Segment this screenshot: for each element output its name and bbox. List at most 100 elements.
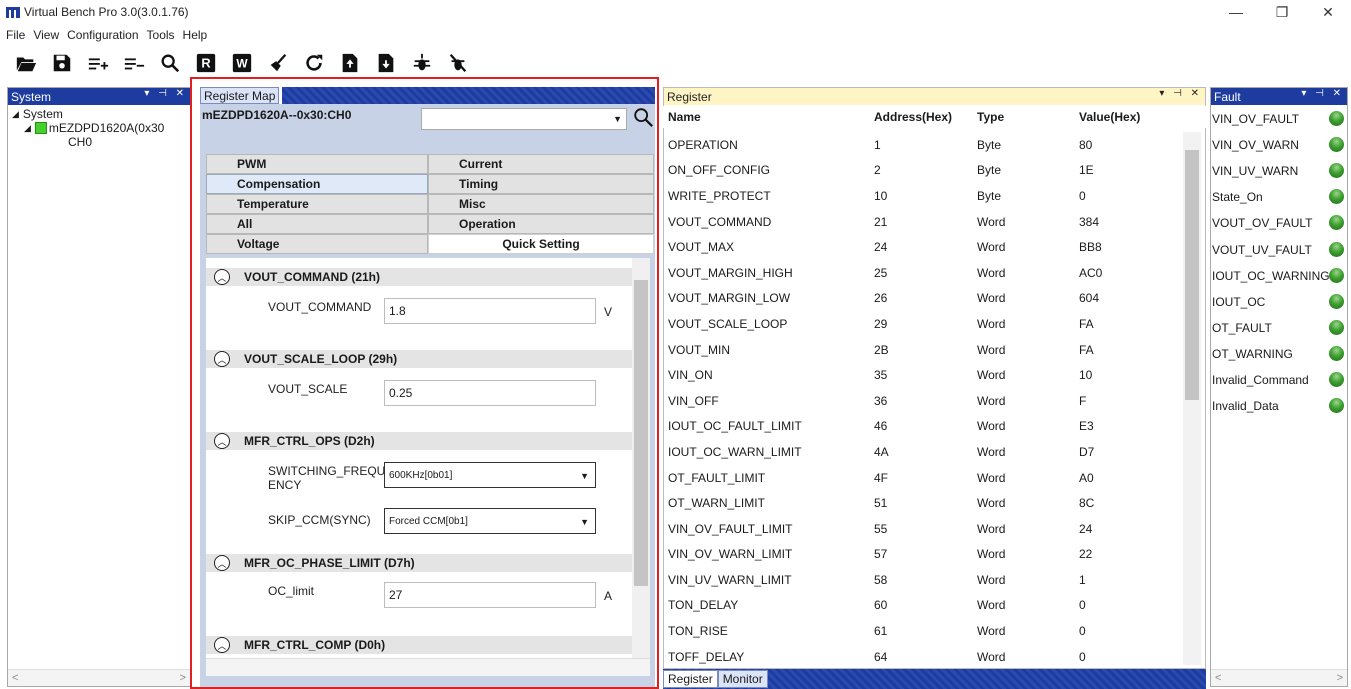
register-name: VOUT_MAX — [668, 240, 735, 255]
table-row[interactable]: VOUT_MAX 24 Word BB8 — [663, 234, 1183, 260]
register-value[interactable]: 0 — [1075, 624, 1175, 638]
add-list-icon — [88, 58, 109, 70]
menu-help[interactable]: Help — [183, 28, 208, 42]
table-row[interactable]: OPERATION 1 Byte 80 — [663, 132, 1183, 158]
clear-button[interactable] — [260, 49, 296, 77]
fault-label: VOUT_OV_FAULT — [1212, 216, 1313, 231]
scroll-left-icon[interactable]: < — [12, 672, 18, 684]
search-button[interactable] — [152, 49, 188, 77]
refresh-button[interactable] — [296, 49, 332, 77]
register-value[interactable]: A0 — [1075, 471, 1175, 485]
remove-list-button[interactable] — [116, 49, 152, 77]
register-scroll-thumb[interactable] — [1185, 150, 1199, 400]
import-button[interactable] — [332, 49, 368, 77]
tree-item-system[interactable]: ◢ System — [12, 107, 186, 121]
fault-horizontal-scrollbar[interactable]: < > — [1211, 669, 1347, 686]
register-value[interactable]: 10 — [1075, 368, 1175, 382]
register-value[interactable]: 384 — [1075, 215, 1175, 229]
register-type: Word — [977, 368, 1006, 383]
register-name: OPERATION — [668, 137, 738, 152]
export-button[interactable] — [368, 49, 404, 77]
table-row[interactable]: VOUT_MIN 2B Word FA — [663, 337, 1183, 363]
scroll-right-icon[interactable]: > — [1337, 672, 1343, 684]
table-row[interactable]: OT_WARN_LIMIT 51 Word 8C — [663, 490, 1183, 516]
register-address: 29 — [874, 316, 888, 331]
register-value[interactable]: FA — [1075, 317, 1175, 331]
tab-register[interactable]: Register — [663, 670, 718, 688]
menu-view[interactable]: View — [33, 28, 59, 42]
register-value[interactable]: 80 — [1075, 138, 1175, 152]
register-value[interactable]: 24 — [1075, 522, 1175, 536]
register-value[interactable]: 1 — [1075, 573, 1175, 587]
table-row[interactable]: ON_OFF_CONFIG 2 Byte 1E — [663, 158, 1183, 184]
register-value[interactable]: 604 — [1075, 291, 1175, 305]
column-header-type[interactable]: Type — [973, 110, 1075, 124]
read-icon: R — [196, 53, 216, 73]
table-row[interactable]: VIN_OV_FAULT_LIMIT 55 Word 24 — [663, 516, 1183, 542]
column-header-name[interactable]: Name — [663, 110, 870, 124]
collapse-triangle-icon[interactable]: ◢ — [12, 107, 19, 121]
minimize-button[interactable]: — — [1213, 0, 1259, 24]
scroll-right-icon[interactable]: > — [180, 672, 186, 684]
panel-controls-icon[interactable]: ▾ ⊣ ✕ — [1301, 88, 1344, 99]
register-type: Word — [977, 470, 1006, 485]
tree-item-channel[interactable]: CH0 — [12, 135, 186, 149]
table-row[interactable]: TON_DELAY 60 Word 0 — [663, 593, 1183, 619]
table-row[interactable]: TOFF_DELAY 64 Word 0 — [663, 644, 1183, 670]
table-row[interactable]: VIN_OFF 36 Word F — [663, 388, 1183, 414]
table-row[interactable]: VIN_ON 35 Word 10 — [663, 362, 1183, 388]
register-value[interactable]: 1E — [1075, 163, 1175, 177]
register-value[interactable]: 0 — [1075, 598, 1175, 612]
register-value[interactable]: 8C — [1075, 496, 1175, 510]
register-name: VOUT_MIN — [668, 342, 731, 357]
register-type: Word — [977, 316, 1006, 331]
read-button[interactable]: R — [188, 49, 224, 77]
register-value[interactable]: D7 — [1075, 445, 1175, 459]
register-value[interactable]: F — [1075, 394, 1175, 408]
panel-controls-icon[interactable]: ▾ ⊣ ✕ — [144, 88, 187, 99]
table-row[interactable]: VOUT_SCALE_LOOP 29 Word FA — [663, 311, 1183, 337]
register-value[interactable]: 22 — [1075, 547, 1175, 561]
debug-off-button[interactable] — [440, 49, 476, 77]
open-button[interactable] — [8, 49, 44, 77]
register-value[interactable]: E3 — [1075, 419, 1175, 433]
debug-button[interactable] — [404, 49, 440, 77]
table-row[interactable]: VOUT_COMMAND 21 Word 384 — [663, 209, 1183, 235]
register-value[interactable]: FA — [1075, 343, 1175, 357]
tree-item-device[interactable]: ◢ mEZDPD1620A(0x30 — [12, 121, 186, 135]
menu-configuration[interactable]: Configuration — [67, 28, 138, 42]
table-row[interactable]: VIN_UV_WARN_LIMIT 58 Word 1 — [663, 567, 1183, 593]
register-value[interactable]: BB8 — [1075, 240, 1175, 254]
maximize-button[interactable]: ❐ — [1259, 0, 1305, 24]
add-list-button[interactable] — [80, 49, 116, 77]
register-type: Word — [977, 342, 1006, 357]
table-row[interactable]: IOUT_OC_FAULT_LIMIT 46 Word E3 — [663, 414, 1183, 440]
tab-monitor[interactable]: Monitor — [717, 670, 768, 688]
table-row[interactable]: OT_FAULT_LIMIT 4F Word A0 — [663, 465, 1183, 491]
table-row[interactable]: VIN_OV_WARN_LIMIT 57 Word 22 — [663, 542, 1183, 568]
system-tree: ◢ System ◢ mEZDPD1620A(0x30 CH0 — [8, 105, 190, 151]
register-value[interactable]: AC0 — [1075, 266, 1175, 280]
fault-label: IOUT_OC — [1212, 294, 1266, 309]
save-button[interactable] — [44, 49, 80, 77]
column-header-value[interactable]: Value(Hex) — [1075, 110, 1175, 124]
table-row[interactable]: WRITE_PROTECT 10 Byte 0 — [663, 183, 1183, 209]
register-value[interactable]: 0 — [1075, 189, 1175, 203]
menu-tools[interactable]: Tools — [147, 28, 175, 42]
register-value[interactable]: 0 — [1075, 650, 1175, 664]
table-row[interactable]: VOUT_MARGIN_HIGH 25 Word AC0 — [663, 260, 1183, 286]
table-row[interactable]: VOUT_MARGIN_LOW 26 Word 604 — [663, 286, 1183, 312]
column-header-address[interactable]: Address(Hex) — [870, 110, 973, 124]
write-button[interactable]: W — [224, 49, 260, 77]
register-address: 21 — [874, 214, 888, 229]
menu-file[interactable]: File — [6, 28, 25, 42]
register-type: Word — [977, 444, 1006, 459]
scroll-left-icon[interactable]: < — [1215, 672, 1221, 684]
close-button[interactable]: ✕ — [1305, 0, 1351, 24]
panel-controls-icon[interactable]: ▾ ⊣ ✕ — [1159, 88, 1202, 99]
system-horizontal-scrollbar[interactable]: < > — [8, 669, 190, 686]
fault-label: State_On — [1212, 190, 1263, 205]
table-row[interactable]: TON_RISE 61 Word 0 — [663, 618, 1183, 644]
table-row[interactable]: IOUT_OC_WARN_LIMIT 4A Word D7 — [663, 439, 1183, 465]
collapse-triangle-icon[interactable]: ◢ — [24, 121, 31, 135]
